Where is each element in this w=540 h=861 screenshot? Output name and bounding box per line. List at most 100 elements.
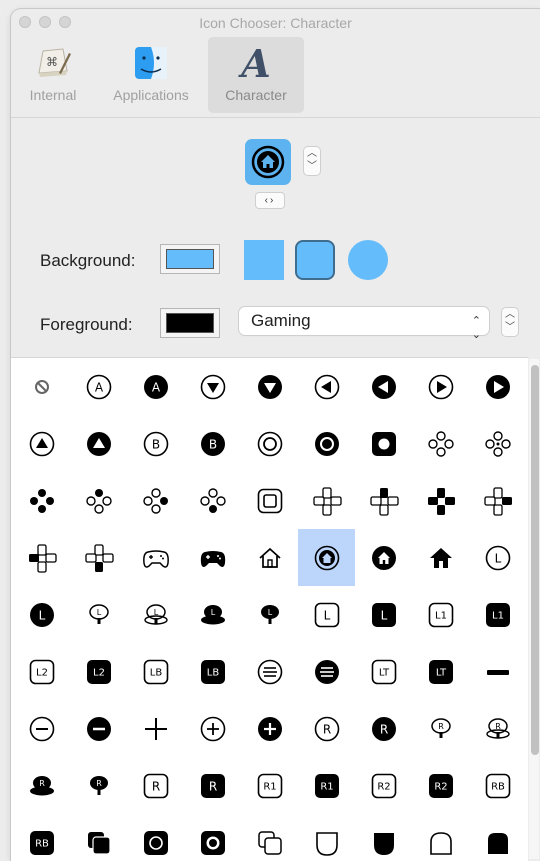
glyph-cell[interactable] [70, 415, 127, 472]
glyph-cell[interactable] [355, 529, 412, 586]
glyph-cell[interactable] [469, 472, 526, 529]
glyph-cell[interactable] [184, 814, 241, 861]
glyph-cell[interactable] [298, 814, 355, 861]
tab-character[interactable]: A Character [208, 37, 304, 113]
glyph-cell[interactable] [13, 700, 70, 757]
glyph-cell[interactable] [469, 415, 526, 472]
glyph-cell[interactable] [241, 814, 298, 861]
glyph-cell[interactable] [298, 415, 355, 472]
glyph-cell[interactable] [70, 700, 127, 757]
glyph-cell[interactable]: L2 [70, 643, 127, 700]
glyph-cell[interactable]: B [127, 415, 184, 472]
glyph-cell[interactable]: L [469, 529, 526, 586]
glyph-cell[interactable]: L1 [412, 586, 469, 643]
glyph-cell[interactable] [184, 700, 241, 757]
glyph-cell[interactable]: R2 [355, 757, 412, 814]
glyph-cell[interactable]: RB [469, 757, 526, 814]
glyph-cell[interactable] [355, 358, 412, 415]
glyph-cell[interactable]: L [127, 586, 184, 643]
glyph-set-select[interactable]: Gaming ⌃ ⌄ [239, 307, 489, 341]
glyph-cell[interactable]: L [13, 586, 70, 643]
chevron-down-icon[interactable]: ﹀ [502, 321, 518, 334]
glyph-cell[interactable]: R [355, 700, 412, 757]
glyph-cell[interactable] [127, 472, 184, 529]
shape-circle-button[interactable] [348, 240, 388, 280]
foreground-color-well[interactable] [160, 308, 220, 338]
glyph-cell[interactable] [412, 358, 469, 415]
glyph-cell[interactable]: LB [127, 643, 184, 700]
glyph-cell[interactable]: R1 [241, 757, 298, 814]
glyph-cell[interactable] [241, 415, 298, 472]
glyph-cell[interactable]: R [298, 700, 355, 757]
glyph-cell[interactable]: R [469, 700, 526, 757]
glyph-cell[interactable] [469, 643, 526, 700]
glyph-cell[interactable]: R [70, 757, 127, 814]
glyph-cell[interactable]: LT [355, 643, 412, 700]
glyph-cell[interactable]: R [412, 700, 469, 757]
glyph-cell[interactable]: LT [412, 643, 469, 700]
shape-square-button[interactable] [244, 240, 284, 280]
background-color-well[interactable] [160, 244, 220, 274]
glyph-cell[interactable]: R1 [298, 757, 355, 814]
chevron-right-icon[interactable]: › [270, 195, 275, 206]
glyph-cell[interactable]: RB [13, 814, 70, 861]
shape-rounded-square-button[interactable] [295, 240, 335, 280]
glyph-cell[interactable] [184, 358, 241, 415]
glyph-cell[interactable] [298, 643, 355, 700]
glyph-cell[interactable] [412, 814, 469, 861]
glyph-cell[interactable] [298, 358, 355, 415]
preview-offset-stepper[interactable]: ‹› [255, 192, 285, 209]
glyph-cell[interactable]: R [184, 757, 241, 814]
tab-internal[interactable]: ⌘ Internal [19, 37, 87, 113]
glyph-cell[interactable]: L [70, 586, 127, 643]
preview-size-stepper[interactable]: ︿ ﹀ [303, 146, 321, 176]
glyph-cell[interactable] [469, 358, 526, 415]
glyph-cell[interactable] [241, 472, 298, 529]
glyph-cell[interactable]: R [127, 757, 184, 814]
glyph-cell[interactable]: L [184, 586, 241, 643]
glyph-cell[interactable] [127, 814, 184, 861]
glyph-cell[interactable] [13, 472, 70, 529]
glyph-cell[interactable] [469, 814, 526, 861]
glyph-cell[interactable]: R [13, 757, 70, 814]
glyph-cell[interactable]: L [355, 586, 412, 643]
glyph-cell[interactable]: L [298, 586, 355, 643]
glyph-cell[interactable] [298, 529, 355, 586]
glyph-cell[interactable] [241, 529, 298, 586]
chevron-up-icon[interactable]: ︿ [502, 308, 518, 321]
chevron-up-icon[interactable]: ︿ [304, 147, 320, 160]
glyph-cell[interactable]: L [241, 586, 298, 643]
glyph-set-stepper[interactable]: ︿ ﹀ [501, 307, 519, 337]
circle-a-outline-icon: A [86, 374, 111, 399]
glyph-cell[interactable]: B [184, 415, 241, 472]
tab-applications[interactable]: Applications [103, 37, 199, 113]
glyph-cell[interactable]: L1 [469, 586, 526, 643]
glyph-cell[interactable] [70, 529, 127, 586]
glyph-cell[interactable] [13, 415, 70, 472]
chevron-down-icon[interactable]: ﹀ [304, 160, 320, 173]
glyph-cell[interactable] [70, 472, 127, 529]
glyph-cell[interactable] [241, 643, 298, 700]
scrollbar-thumb[interactable] [531, 365, 539, 755]
glyph-cell[interactable] [298, 472, 355, 529]
glyph-cell[interactable] [184, 529, 241, 586]
glyph-cell[interactable] [13, 529, 70, 586]
glyph-cell[interactable]: A [127, 358, 184, 415]
glyph-cell[interactable] [184, 472, 241, 529]
glyph-cell[interactable]: L2 [13, 643, 70, 700]
glyph-cell[interactable] [13, 358, 70, 415]
glyph-cell[interactable] [241, 700, 298, 757]
glyph-cell[interactable] [412, 472, 469, 529]
glyph-cell[interactable] [412, 529, 469, 586]
glyph-cell[interactable] [355, 472, 412, 529]
glyph-cell[interactable] [355, 814, 412, 861]
glyph-cell[interactable]: A [70, 358, 127, 415]
glyph-cell[interactable] [241, 358, 298, 415]
glyph-cell[interactable] [127, 529, 184, 586]
glyph-cell[interactable] [70, 814, 127, 861]
glyph-cell[interactable] [412, 415, 469, 472]
glyph-cell[interactable]: LB [184, 643, 241, 700]
glyph-cell[interactable] [127, 700, 184, 757]
glyph-cell[interactable] [355, 415, 412, 472]
glyph-cell[interactable]: R2 [412, 757, 469, 814]
